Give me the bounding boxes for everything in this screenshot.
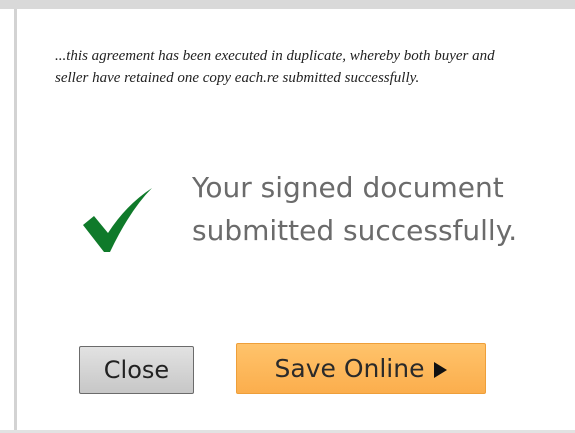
- agreement-note: ...this agreement has been executed in d…: [55, 48, 495, 86]
- save-online-button[interactable]: Save Online: [236, 343, 486, 394]
- confirmation-dialog: ...this agreement has been executed in d…: [0, 0, 575, 433]
- checkmark-icon: [83, 188, 152, 252]
- left-border: [14, 9, 17, 433]
- play-arrow-icon: [434, 361, 448, 378]
- success-message: Your signed document submitted successfu…: [192, 166, 575, 276]
- close-button[interactable]: Close: [79, 346, 194, 394]
- save-online-button-label: Save Online: [274, 354, 425, 383]
- success-message-line1: Your signed document: [192, 171, 504, 204]
- success-message-line2: submitted successfully.: [192, 214, 518, 247]
- close-button-label: Close: [103, 356, 170, 384]
- top-border: [0, 0, 575, 9]
